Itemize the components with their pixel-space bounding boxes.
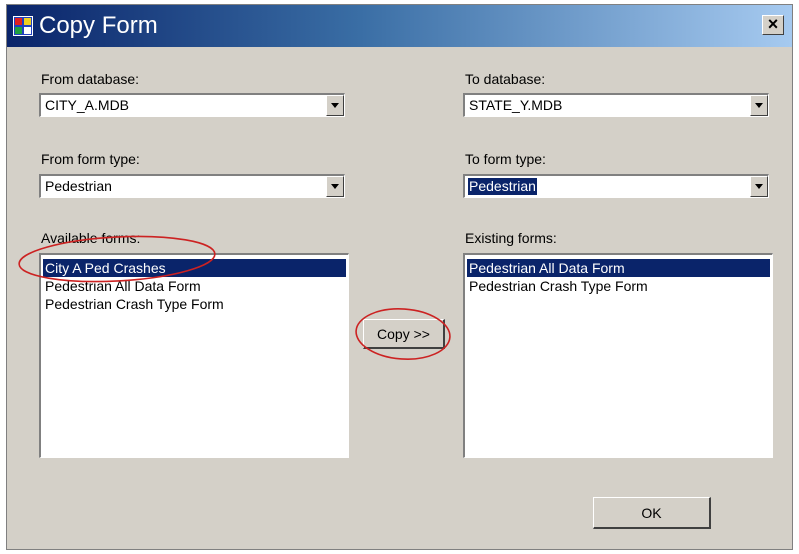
existing-forms-list[interactable]: Pedestrian All Data Form Pedestrian Cras… (463, 253, 773, 458)
from-database-label: From database: (41, 71, 140, 87)
to-form-type-value: Pedestrian (468, 178, 537, 195)
chevron-down-icon (755, 184, 763, 189)
chevron-down-icon (331, 103, 339, 108)
from-database-select[interactable]: CITY_A.MDB (39, 93, 345, 117)
list-item[interactable]: Pedestrian Crash Type Form (43, 295, 346, 313)
list-item[interactable]: City A Ped Crashes (43, 259, 346, 277)
form-grid-icon (13, 16, 33, 36)
to-database-label: To database: (465, 71, 546, 87)
chevron-down-icon (755, 103, 763, 108)
window-title: Copy Form (39, 12, 158, 39)
to-form-type-label: To form type: (465, 151, 546, 167)
copy-form-dialog: Copy Form × From database: CITY_A.MDB To… (6, 4, 793, 550)
close-icon: × (767, 14, 779, 34)
from-form-type-select[interactable]: Pedestrian (39, 174, 345, 198)
copy-button-label: Copy >> (377, 326, 430, 342)
from-form-type-dropdown-button[interactable] (326, 176, 344, 197)
to-form-type-select[interactable]: Pedestrian (463, 174, 769, 198)
ok-button[interactable]: OK (593, 497, 711, 529)
to-form-type-dropdown-button[interactable] (750, 176, 768, 197)
from-database-value: CITY_A.MDB (45, 97, 130, 113)
list-item[interactable]: Pedestrian All Data Form (467, 259, 770, 277)
from-form-type-value: Pedestrian (45, 178, 112, 194)
to-database-value: STATE_Y.MDB (469, 97, 563, 113)
from-form-type-label: From form type: (41, 151, 140, 167)
available-forms-list[interactable]: City A Ped Crashes Pedestrian All Data F… (39, 253, 349, 458)
from-database-dropdown-button[interactable] (326, 95, 344, 116)
close-button[interactable]: × (762, 15, 784, 35)
list-item[interactable]: Pedestrian Crash Type Form (467, 277, 770, 295)
to-database-select[interactable]: STATE_Y.MDB (463, 93, 769, 117)
existing-forms-label: Existing forms: (465, 230, 557, 246)
to-database-dropdown-button[interactable] (750, 95, 768, 116)
ok-button-label: OK (641, 505, 662, 521)
list-item[interactable]: Pedestrian All Data Form (43, 277, 346, 295)
title-bar[interactable]: Copy Form × (7, 5, 792, 47)
available-forms-label: Available forms: (41, 230, 141, 246)
chevron-down-icon (331, 184, 339, 189)
copy-button[interactable]: Copy >> (363, 319, 445, 349)
